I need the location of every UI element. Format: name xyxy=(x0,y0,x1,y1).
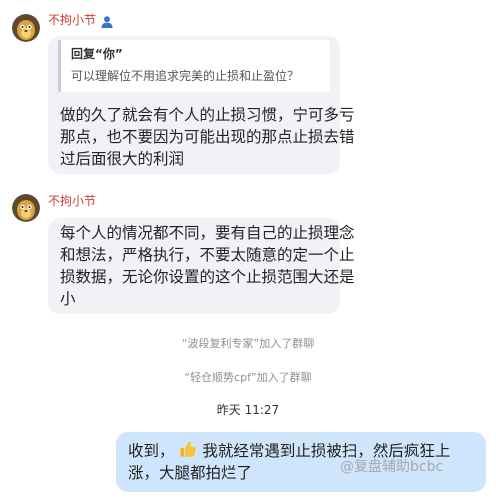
message-text-line: 每个人的情况都不同，要有自己的止损理念 xyxy=(60,224,355,242)
avatar[interactable] xyxy=(12,194,40,222)
reply-quote-text: 可以理解位不用追求完美的止损和止盈位？ xyxy=(71,69,300,83)
system-notice: “轻仓顺势cpf”加入了群聊 xyxy=(184,371,312,384)
message-text-line: 和想法，严格执行，不要太随意的定一个止 xyxy=(60,246,355,264)
watermark: @复盘辅助bcbc xyxy=(340,459,444,475)
username[interactable]: 不拘小节 xyxy=(48,12,96,28)
system-notice: “波段复利专家”加入了群聊 xyxy=(181,337,315,350)
message-text-line: 损数据，无论你设置的这个止损范围大还是 xyxy=(60,268,355,286)
my-message-text: 收到， xyxy=(128,442,175,460)
thumbs-up-icon xyxy=(179,440,197,464)
message-text-line: 那点，也不要因为可能出现的那点止损去错 xyxy=(60,128,355,146)
message-text-line: 过后面很大的利润 xyxy=(60,150,185,168)
message-text-line: 小 xyxy=(60,290,76,308)
user-icon xyxy=(100,14,114,28)
reply-quote[interactable]: 回复“你” 可以理解位不用追求完美的止损和止盈位？ xyxy=(58,40,330,92)
my-message-line: 涨，大腿都拍烂了 xyxy=(128,464,253,482)
timestamp: 昨天 11:27 xyxy=(216,403,280,417)
message-text-line: 做的久了就会有个人的止损习惯，宁可多亏 xyxy=(60,106,355,124)
username[interactable]: 不拘小节 xyxy=(48,193,96,209)
reply-quote-title: 回复“你” xyxy=(71,47,123,61)
avatar[interactable] xyxy=(12,14,40,42)
chat-screen: 不拘小节 回复“你” 可以理解位不用追求完美的止损和止盈位？ 做的久了就会有个人… xyxy=(0,0,496,501)
